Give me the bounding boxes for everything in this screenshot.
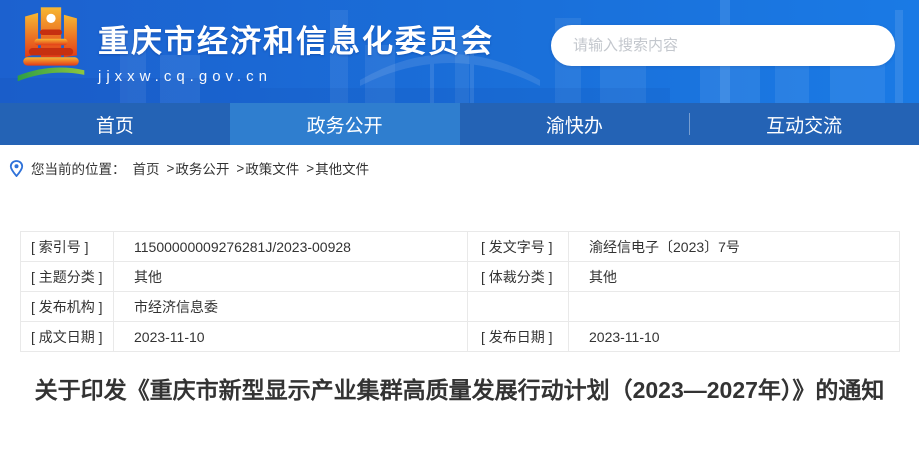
meta-value-written-date: 2023-11-10 [114,322,468,352]
nav-tab-home[interactable]: 首页 [0,103,230,145]
site-title-block: 重庆市经济和信息化委员会 jjxxw.cq.gov.cn [98,12,494,85]
meta-label-empty [468,292,569,322]
meta-value-issuing-org: 市经济信息委 [114,292,468,322]
breadcrumb-item-zhengwugongkai[interactable]: 政务公开 [175,158,229,178]
nav-tab-yukuaiban[interactable]: 渝快办 [460,103,690,145]
meta-label-index-no: [ 索引号 ] [21,232,114,262]
meta-label-doc-no: [ 发文字号 ] [468,232,569,262]
meta-value-topic-class: 其他 [114,262,468,292]
location-pin-icon [9,160,24,177]
nav-tab-government-affairs[interactable]: 政务公开 [230,103,460,145]
meta-value-doc-no: 渝经信电子〔2023〕7号 [569,232,900,262]
meta-value-publish-date: 2023-11-10 [569,322,900,352]
breadcrumb-prefix: 您当前的位置： [31,158,126,178]
site-brand[interactable]: 重庆市经济和信息化委员会 jjxxw.cq.gov.cn [14,4,494,92]
site-url: jjxxw.cq.gov.cn [98,68,494,85]
breadcrumb-item-home[interactable]: 首页 [133,158,160,178]
main-nav: 首页 政务公开 渝快办 互动交流 [0,103,919,145]
article-title: 关于印发《重庆市新型显示产业集群高质量发展行动计划（2023—2027年）》的通… [31,372,889,409]
site-header: 重庆市经济和信息化委员会 jjxxw.cq.gov.cn [0,0,919,103]
site-logo-icon [14,4,88,92]
breadcrumb-separator: > [167,161,175,176]
nav-tab-interaction[interactable]: 互动交流 [689,103,919,145]
meta-value-empty [569,292,900,322]
meta-label-issuing-org: [ 发布机构 ] [21,292,114,322]
meta-value-index-no: 11500000009276281J/2023-00928 [114,232,468,262]
meta-label-publish-date: [ 发布日期 ] [468,322,569,352]
search-box [551,25,895,66]
breadcrumb-separator: > [306,161,314,176]
breadcrumb: 您当前的位置： 首页 > 政务公开 > 政策文件 > 其他文件 [9,158,919,178]
breadcrumb-item-zhengcewenjian[interactable]: 政策文件 [245,158,299,178]
breadcrumb-item-qitawenjian[interactable]: 其他文件 [315,158,369,178]
meta-label-genre-class: [ 体裁分类 ] [468,262,569,292]
doc-meta-table: [ 索引号 ] 11500000009276281J/2023-00928 [ … [20,231,900,352]
search-input[interactable] [573,37,873,54]
site-name: 重庆市经济和信息化委员会 [98,22,494,62]
table-row: [ 发布机构 ] 市经济信息委 [21,292,900,322]
table-row: [ 索引号 ] 11500000009276281J/2023-00928 [ … [21,232,900,262]
meta-value-genre-class: 其他 [569,262,900,292]
breadcrumb-separator: > [236,161,244,176]
table-row: [ 成文日期 ] 2023-11-10 [ 发布日期 ] 2023-11-10 [21,322,900,352]
meta-label-written-date: [ 成文日期 ] [21,322,114,352]
table-row: [ 主题分类 ] 其他 [ 体裁分类 ] 其他 [21,262,900,292]
meta-label-topic-class: [ 主题分类 ] [21,262,114,292]
